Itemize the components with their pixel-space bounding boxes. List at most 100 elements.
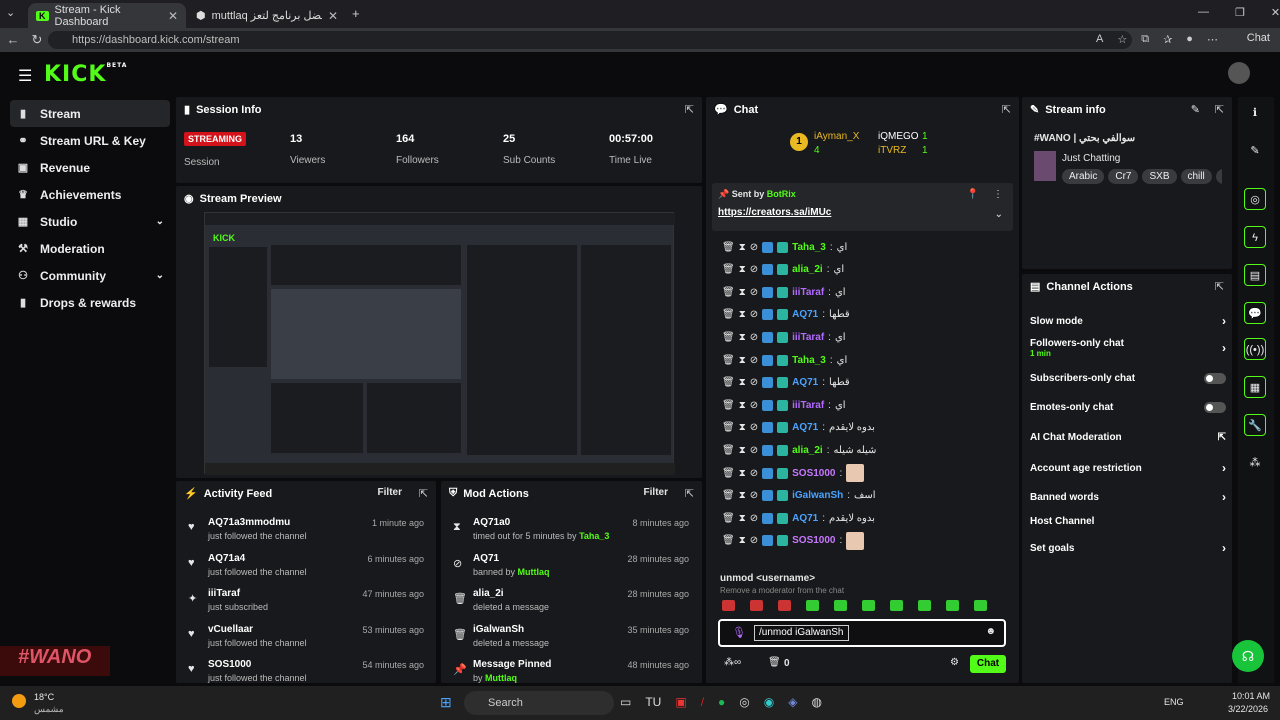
delete-icon[interactable]: 🗑 [722, 513, 735, 524]
ban-icon[interactable]: ⊘ [750, 309, 758, 320]
headset-support-icon[interactable]: ☊ [1232, 640, 1264, 672]
tab-kick-dashboard[interactable]: K Stream - Kick Dashboard ✕ [28, 3, 186, 28]
delete-icon[interactable]: 🗑 [722, 468, 735, 479]
stream-tag[interactable]: Arabic [1062, 169, 1105, 184]
layout-icon[interactable]: ▦ [1244, 376, 1266, 398]
channel-action-set-goals[interactable]: Set goals › [1030, 541, 1226, 555]
feed-item[interactable]: 🗑 alia_2i deleted a message 28 minutes ago [449, 588, 689, 620]
chat-username[interactable]: SOS1000 [792, 468, 835, 479]
stream-tag[interactable]: SXB [1142, 169, 1177, 184]
sidebar-item-studio[interactable]: ▦ Studio ⌄ [10, 208, 170, 235]
sidebar-item-revenue[interactable]: ▣ Revenue [10, 154, 170, 181]
obs-icon[interactable]: ◍ [811, 695, 821, 709]
emote-icon[interactable] [806, 600, 819, 611]
chat-username[interactable]: iiiTaraf [792, 332, 824, 343]
category-thumbnail[interactable] [1034, 151, 1056, 181]
timeout-icon[interactable]: ⧗ [739, 535, 746, 546]
more-icon[interactable]: ⋯ [1207, 33, 1218, 46]
ban-icon[interactable]: ⊘ [750, 242, 758, 253]
adobe-icon[interactable]: ▣ [675, 695, 686, 709]
minimize-icon[interactable]: — [1198, 6, 1209, 19]
windows-start-icon[interactable]: ⊞ [440, 694, 452, 711]
chat-message[interactable]: 🗑 ⧗ ⊘ AQ71: قطها [722, 373, 850, 393]
timeout-icon[interactable]: ⧗ [739, 355, 746, 366]
channel-action-emotes-only-chat[interactable]: Emotes-only chat [1030, 402, 1226, 413]
channel-action-slow-mode[interactable]: Slow mode › [1030, 314, 1226, 328]
popout-icon[interactable]: ⇱ [1215, 280, 1224, 293]
edit-icon[interactable]: ✎ [1191, 103, 1200, 116]
timeout-icon[interactable]: ⧗ [739, 400, 746, 411]
profile-avatar-icon[interactable]: ● [1186, 33, 1193, 46]
chat-message[interactable]: 🗑 ⧗ ⊘ iiiTaraf: اي [722, 282, 846, 302]
info-icon[interactable]: ℹ [1244, 102, 1266, 124]
stream-tag[interactable]: ga [1215, 169, 1222, 184]
broadcast-icon[interactable]: ((•)) [1244, 338, 1266, 360]
timeout-icon[interactable]: ⧗ [739, 468, 746, 479]
read-aloud-icon[interactable]: A [1096, 33, 1103, 46]
feed-item-name[interactable]: iiiTaraf [208, 588, 240, 599]
chat-message[interactable]: 🗑 ⧗ ⊘ AQ71: بدوه لايقدم [722, 418, 875, 438]
delete-icon[interactable]: 🗑 [722, 287, 735, 298]
feed-item-name[interactable]: vCuellaar [208, 624, 253, 635]
close-window-icon[interactable]: ✕ [1271, 6, 1280, 19]
ban-icon[interactable]: ⊘ [750, 490, 758, 501]
timeout-icon[interactable]: ⧗ [739, 513, 746, 524]
chevron-right-icon[interactable]: › [1222, 490, 1226, 504]
sidebar-item-drops-rewards[interactable]: ▮ Drops & rewards [10, 289, 170, 316]
chat-username[interactable]: SOS1000 [792, 535, 835, 546]
emote-icon[interactable] [722, 600, 735, 611]
feed-item-name[interactable]: SOS1000 [208, 659, 251, 670]
chat-message[interactable]: 🗑 ⧗ ⊘ SOS1000: [722, 463, 865, 483]
chat-message[interactable]: 🗑 ⧗ ⊘ SOS1000: [722, 531, 865, 551]
emoji-icon[interactable]: ☻ [985, 626, 996, 637]
feed-item-by[interactable]: Muttlaq [485, 673, 517, 683]
emote-icon[interactable] [778, 600, 791, 611]
delete-icon[interactable]: 🗑 [722, 332, 735, 343]
taskbar-search[interactable]: Search [464, 691, 614, 715]
feed-item[interactable]: ⧗ AQ71a0 timed out for 5 minutes by Taha_3… [449, 517, 689, 549]
timeout-icon[interactable]: ⧗ [739, 490, 746, 501]
ban-icon[interactable]: ⊘ [750, 264, 758, 275]
favorite-icon[interactable]: ☆ [1117, 33, 1127, 46]
file-explorer-icon[interactable]: ▭ [620, 695, 631, 709]
feed-item[interactable]: ♥ SOS1000 just followed the channel 54 minu… [184, 659, 424, 683]
delete-icon[interactable]: 🗑 [722, 490, 735, 501]
sidebar-item-moderation[interactable]: ⚒ Moderation [10, 235, 170, 262]
tab-muttlaq[interactable]: ⬢ muttlaq تصنيف | أفضل برنامج لتعز ✕ [188, 3, 346, 28]
chat-username[interactable]: Taha_3 [792, 242, 826, 253]
preview-video[interactable]: KICK [204, 212, 675, 475]
sidebar-item-community[interactable]: ⚇ Community ⌄ [10, 262, 170, 289]
close-icon[interactable]: ✕ [168, 9, 178, 23]
ban-icon[interactable]: ⊘ [750, 422, 758, 433]
settings-icon[interactable]: ⚙ [950, 657, 959, 668]
feed-item-name[interactable]: iGalwanSh [473, 624, 524, 635]
kick-logo[interactable]: KICKBETA [44, 62, 127, 87]
delete-icon[interactable]: 🗑 [722, 355, 735, 366]
chevron-right-icon[interactable]: › [1222, 461, 1226, 475]
delete-icon[interactable]: 🗑 [722, 445, 735, 456]
feed-item[interactable]: ♥ AQ71a3mmodmu just followed the channel 1 … [184, 517, 424, 549]
steam-icon[interactable]: ◎ [739, 695, 749, 709]
spotify-icon[interactable]: ● [718, 695, 725, 709]
delete-icon[interactable]: 🗑 [722, 377, 735, 388]
pinned-link[interactable]: https://creators.sa/iMUc [718, 207, 831, 218]
chat-message[interactable]: 🗑 ⧗ ⊘ AQ71: قطها [722, 305, 850, 325]
command-suggestion[interactable]: unmod <username> [720, 573, 815, 584]
chevron-down-icon[interactable]: ⌄ [156, 270, 164, 281]
chat-username[interactable]: iiiTaraf [792, 287, 824, 298]
popout-icon[interactable]: ⇱ [419, 487, 428, 500]
chat-username[interactable]: alia_2i [792, 445, 823, 456]
popout-icon[interactable]: ⇱ [685, 103, 694, 116]
chat-username[interactable]: iGalwanSh [792, 490, 843, 501]
user-avatar[interactable] [1228, 62, 1250, 84]
more-icon[interactable]: ⋮ [993, 189, 1003, 200]
feed-item[interactable]: ✦ iiiTaraf just subscribed 47 minutes ago [184, 588, 424, 620]
feed-item-name[interactable]: AQ71 [473, 553, 499, 564]
timeout-icon[interactable]: ⧗ [739, 287, 746, 298]
sidebar-item-achievements[interactable]: ♛ Achievements [10, 181, 170, 208]
app-icon[interactable]: / [701, 695, 704, 709]
language-indicator[interactable]: ENG [1164, 697, 1184, 707]
channel-action-host-channel[interactable]: Host Channel [1030, 516, 1226, 527]
emote-icon[interactable] [890, 600, 903, 611]
chat-message[interactable]: 🗑 ⧗ ⊘ iGalwanSh: اسف [722, 486, 876, 506]
